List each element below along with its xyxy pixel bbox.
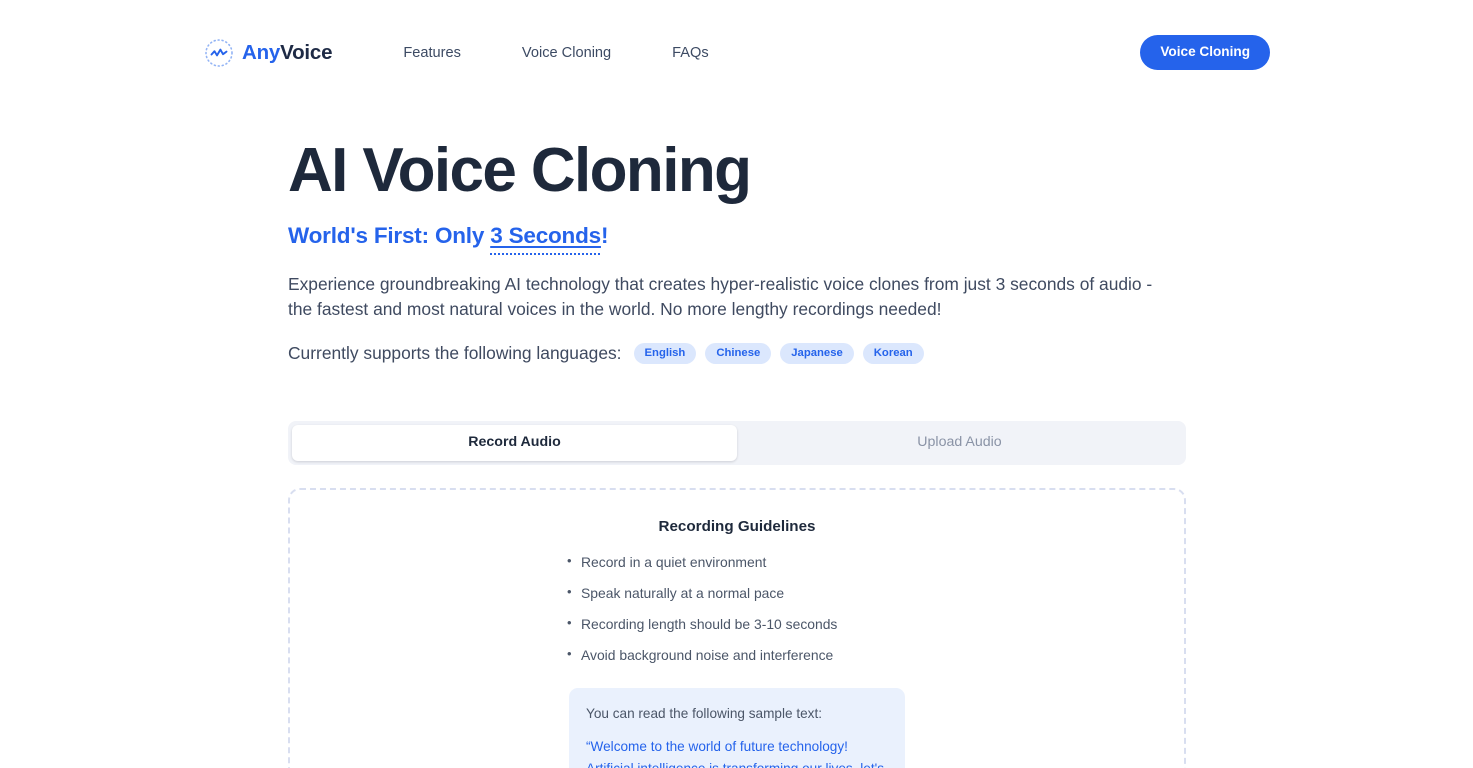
hero-subtitle-suffix: ! bbox=[600, 222, 609, 248]
header-voice-cloning-button[interactable]: Voice Cloning bbox=[1140, 35, 1270, 70]
recording-guidelines-list: Record in a quiet environment Speak natu… bbox=[567, 547, 907, 670]
nav-link-faqs[interactable]: FAQs bbox=[672, 39, 709, 67]
brand-wordmark: AnyVoice bbox=[242, 40, 333, 65]
supported-languages-row: Currently supports the following languag… bbox=[288, 342, 1186, 365]
tab-record-audio[interactable]: Record Audio bbox=[292, 425, 737, 462]
guideline-item: Avoid background noise and interference bbox=[567, 640, 907, 671]
main-nav: Features Voice Cloning FAQs bbox=[403, 39, 708, 67]
nav-link-voice-cloning[interactable]: Voice Cloning bbox=[522, 39, 611, 67]
sample-text-quote: “Welcome to the world of future technolo… bbox=[586, 739, 884, 768]
hero-subtitle-prefix: World's First: Only bbox=[288, 222, 491, 248]
voice-wave-circle-icon bbox=[204, 38, 234, 68]
brand-logo[interactable]: AnyVoice bbox=[204, 38, 333, 68]
recording-guidelines-title: Recording Guidelines bbox=[658, 518, 816, 536]
hero-subtitle: World's First: Only 3 Seconds! bbox=[288, 223, 1186, 249]
audio-source-tabs: Record Audio Upload Audio bbox=[288, 421, 1186, 466]
main-content: AI Voice Cloning World's First: Only 3 S… bbox=[0, 105, 1473, 768]
language-pill-korean[interactable]: Korean bbox=[862, 342, 924, 365]
language-pill-japanese[interactable]: Japanese bbox=[780, 342, 854, 365]
sample-text-box: You can read the following sample text: … bbox=[569, 688, 905, 768]
tab-upload-audio[interactable]: Upload Audio bbox=[737, 425, 1182, 461]
guideline-item: Record in a quiet environment bbox=[567, 547, 907, 578]
page-title: AI Voice Cloning bbox=[288, 136, 752, 205]
language-pill-chinese[interactable]: Chinese bbox=[705, 342, 772, 365]
guideline-item: Speak naturally at a normal pace bbox=[567, 578, 907, 609]
supported-languages-label: Currently supports the following languag… bbox=[288, 342, 622, 363]
hero-description: Experience groundbreaking AI technology … bbox=[288, 273, 1153, 320]
language-pill-english[interactable]: English bbox=[633, 342, 697, 365]
brand-word-any: Any bbox=[242, 40, 281, 64]
hero-subtitle-highlight: 3 Seconds bbox=[490, 222, 601, 248]
guideline-item: Recording length should be 3-10 seconds bbox=[567, 609, 907, 640]
sample-text-lead: You can read the following sample text: bbox=[586, 706, 823, 722]
site-header: AnyVoice Features Voice Cloning FAQs Voi… bbox=[0, 0, 1473, 105]
nav-link-features[interactable]: Features bbox=[403, 39, 461, 67]
brand-word-voice: Voice bbox=[280, 40, 333, 64]
hero-section: AI Voice Cloning World's First: Only 3 S… bbox=[288, 105, 1186, 365]
record-audio-panel: Recording Guidelines Record in a quiet e… bbox=[288, 488, 1186, 768]
